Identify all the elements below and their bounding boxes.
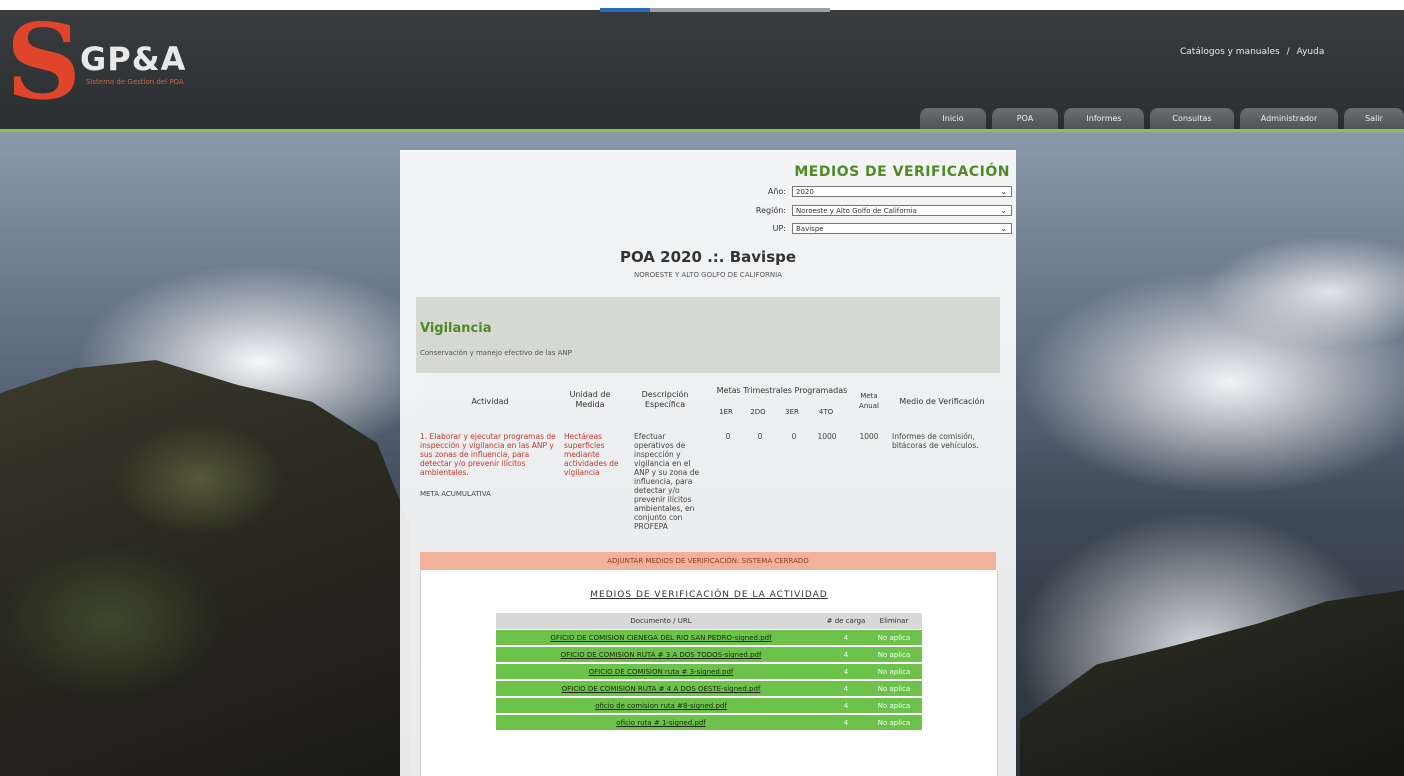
nav-tab-informes[interactable]: Informes xyxy=(1064,108,1144,129)
year-select-value: 2020 xyxy=(796,188,814,196)
page-title: MEDIOS DE VERIFICACIÓN xyxy=(794,164,1010,180)
chevron-down-icon: ⌄ xyxy=(1000,187,1007,196)
table-row: oficio de comision ruta #8-signed.pdf 4 … xyxy=(496,698,922,714)
chevron-down-icon: ⌄ xyxy=(1000,206,1007,215)
document-carga: 4 xyxy=(843,651,849,659)
document-carga: 4 xyxy=(843,702,849,710)
section-title: Vigilancia xyxy=(420,321,492,336)
logo-letter: S xyxy=(6,0,82,123)
cell-q1: 0 xyxy=(725,432,731,441)
document-eliminar: No aplica xyxy=(877,651,911,659)
top-strip-bar xyxy=(650,8,830,12)
col-metas: Metas Trimestrales Programadas xyxy=(716,386,848,395)
table-row: OFICIO DE COMISION RUTA # 4 A DOS OESTE-… xyxy=(496,681,922,697)
nav-tab-inicio[interactable]: Inicio xyxy=(920,108,986,129)
up-select-value: Bavispe xyxy=(796,225,824,233)
col-descripcion: Descripción Específica xyxy=(641,390,689,409)
document-link[interactable]: OFICIO DE COMISION CIENEGA DEL RIO SAN P… xyxy=(496,630,826,646)
sgpoa-logo[interactable]: S GP&A Sistema de Gestion del POA xyxy=(6,0,206,123)
verification-docs-box: MEDIOS DE VERIFICACIÓN DE LA ACTIVIDAD D… xyxy=(420,570,998,776)
cell-q3: 0 xyxy=(791,432,797,441)
col-q1: 1ER xyxy=(719,408,733,416)
section-header-box: Vigilancia Conservación y manejo efectiv… xyxy=(416,297,1000,373)
nav-tab-salir[interactable]: Salir xyxy=(1344,108,1404,129)
cell-q4: 1000 xyxy=(817,432,837,441)
col-unidad: Unidad de Medida xyxy=(569,390,611,409)
document-eliminar: No aplica xyxy=(877,668,911,676)
logo-subtitle: Sistema de Gestion del POA xyxy=(86,78,184,86)
col-q4: 4TO xyxy=(818,408,834,416)
year-select[interactable]: 2020 ⌄ xyxy=(792,186,1012,197)
document-link[interactable]: oficio ruta # 1-signed.pdf xyxy=(496,715,826,731)
document-eliminar: No aplica xyxy=(877,719,911,727)
help-link[interactable]: Ayuda xyxy=(1297,47,1325,57)
logo-text: GP&A xyxy=(80,40,187,78)
region-label: Región: xyxy=(755,206,786,215)
cell-meta-tag: META ACUMULATIVA xyxy=(420,490,491,498)
document-eliminar: No aplica xyxy=(877,702,911,710)
top-strip-accent xyxy=(600,8,650,12)
section-description: Conservación y manejo efectivo de las AN… xyxy=(420,349,572,357)
cell-q2: 0 xyxy=(757,432,763,441)
col-actividad: Actividad xyxy=(471,397,509,406)
chevron-down-icon: ⌄ xyxy=(1000,224,1007,233)
document-link[interactable]: oficio de comision ruta #8-signed.pdf xyxy=(496,698,826,714)
table-row: OFICIO DE COMISION ruta # 3-signed.pdf 4… xyxy=(496,664,922,680)
document-eliminar: No aplica xyxy=(877,634,911,642)
region-select[interactable]: Noroeste y Alto Golfo de California ⌄ xyxy=(792,205,1012,216)
document-carga: 4 xyxy=(843,634,849,642)
table-row: OFICIO DE COMISION RUTA # 3 A DOS TODOS-… xyxy=(496,647,922,663)
document-link[interactable]: OFICIO DE COMISION RUTA # 4 A DOS OESTE-… xyxy=(496,681,826,697)
up-label: UP: xyxy=(772,224,786,233)
cell-unidad: Hectáreas superficies mediante actividad… xyxy=(564,432,619,477)
main-panel: MEDIOS DE VERIFICACIÓN Año: 2020 ⌄ Regió… xyxy=(400,150,1016,776)
docs-col-eliminar: Eliminar xyxy=(879,617,909,625)
docs-col-carga: # de carga xyxy=(826,617,866,625)
document-carga: 4 xyxy=(843,685,849,693)
document-carga: 4 xyxy=(843,668,849,676)
nav-tab-administrador[interactable]: Administrador xyxy=(1240,108,1338,129)
poa-subtitle: NOROESTE Y ALTO GOLFO DE CALIFORNIA xyxy=(634,271,782,279)
year-label: Año: xyxy=(767,187,786,196)
table-row: OFICIO DE COMISION CIENEGA DEL RIO SAN P… xyxy=(496,630,922,646)
poa-title: POA 2020 .:. Bavispe xyxy=(619,248,797,266)
col-medio: Medio de Verificación xyxy=(899,397,985,406)
docs-title: MEDIOS DE VERIFICACIÓN DE LA ACTIVIDAD xyxy=(590,590,828,600)
cell-actividad: 1. Elaborar y ejecutar programas de insp… xyxy=(420,432,556,477)
cell-descripcion: Efectuar operativos de inspección y vigi… xyxy=(634,432,700,531)
top-links: Catálogos y manuales / Ayuda xyxy=(1180,47,1325,57)
table-row: oficio ruta # 1-signed.pdf 4 No aplica xyxy=(496,715,922,731)
nav-tab-consultas[interactable]: Consultas xyxy=(1150,108,1234,129)
document-carga: 4 xyxy=(843,719,849,727)
col-q3: 3ER xyxy=(785,408,799,416)
docs-table-header: Documento / URL # de carga Eliminar xyxy=(496,613,922,629)
document-link[interactable]: OFICIO DE COMISION RUTA # 3 A DOS TODOS-… xyxy=(496,647,826,663)
cell-meta-anual: 1000 xyxy=(859,432,879,441)
col-meta-anual: Meta Anual xyxy=(859,392,879,410)
system-closed-alert: ADJUNTAR MEDIOS DE VERIFICACIÓN: SISTEMA… xyxy=(420,552,996,570)
document-link[interactable]: OFICIO DE COMISION ruta # 3-signed.pdf xyxy=(496,664,826,680)
catalogs-link[interactable]: Catálogos y manuales xyxy=(1180,47,1280,57)
docs-col-document: Documento / URL xyxy=(630,617,692,625)
browser-top-strip xyxy=(0,0,1404,12)
up-select[interactable]: Bavispe ⌄ xyxy=(792,223,1012,234)
document-eliminar: No aplica xyxy=(877,685,911,693)
col-q2: 2DO xyxy=(750,408,766,416)
cell-medio: Informes de comisión, bitácoras de vehíc… xyxy=(892,432,979,450)
region-select-value: Noroeste y Alto Golfo de California xyxy=(796,207,917,215)
nav-tab-poa[interactable]: POA xyxy=(992,108,1058,129)
